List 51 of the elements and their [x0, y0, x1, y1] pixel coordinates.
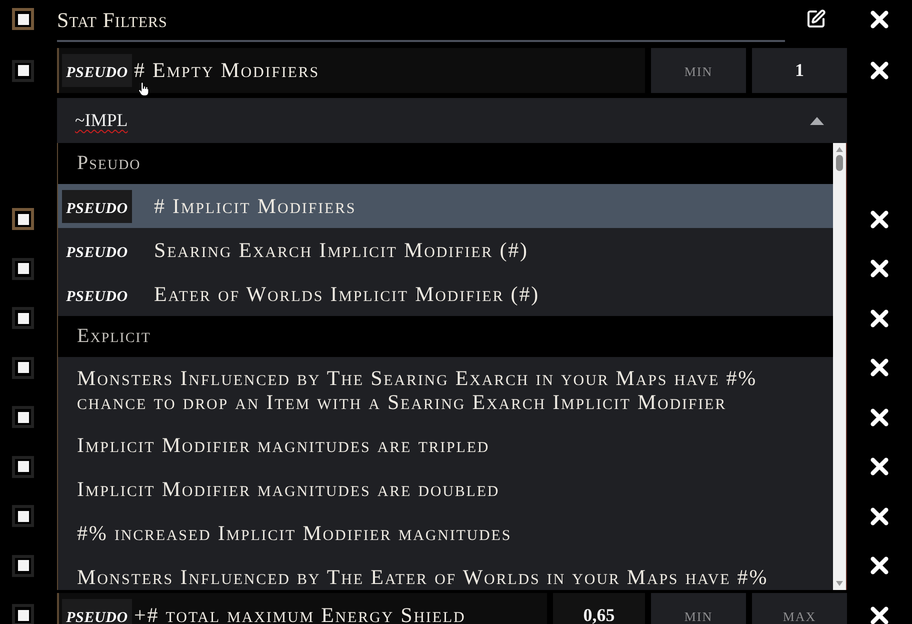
dropdown-option[interactable]: Implicit Modifier magnitudes are doubled: [58, 467, 833, 511]
stat-field[interactable]: pseudo +# total maximum Energy Shield: [57, 592, 547, 624]
checkbox[interactable]: [12, 8, 34, 30]
checkbox[interactable]: [12, 208, 34, 230]
close-icon[interactable]: [870, 408, 889, 427]
checkbox[interactable]: [12, 604, 34, 624]
checkbox[interactable]: [12, 554, 34, 577]
number-field[interactable]: min: [651, 48, 746, 94]
number-field[interactable]: max: [752, 592, 847, 624]
close-icon[interactable]: [870, 308, 889, 328]
value-field[interactable]: 1: [752, 48, 847, 94]
close-icon[interactable]: [870, 457, 889, 476]
dropdown-option[interactable]: #% increased Implicit Modifier magnitudes: [58, 511, 833, 555]
pseudo-tag: pseudo: [62, 234, 132, 266]
dropdown-option[interactable]: Monsters Influenced by The Eater of Worlds in your Maps have #%: [58, 555, 833, 590]
dropdown-option[interactable]: pseudo Searing Exarch Implicit Modifier (#): [58, 228, 833, 272]
weight-field[interactable]: 0,65: [553, 592, 645, 624]
dropdown-option[interactable]: pseudo # Implicit Modifiers: [58, 184, 833, 228]
close-icon[interactable]: [870, 210, 889, 229]
checkbox[interactable]: [12, 356, 34, 379]
search-field[interactable]: ~IMPL: [57, 98, 847, 143]
caret-up-icon[interactable]: [810, 116, 824, 124]
checkbox[interactable]: [12, 60, 34, 82]
scrollbar[interactable]: [833, 143, 846, 590]
stat-text: # Empty Modifiers: [134, 60, 320, 82]
checkbox[interactable]: [12, 505, 34, 528]
close-icon[interactable]: [870, 259, 889, 278]
close-icon[interactable]: [870, 358, 889, 378]
dropdown-option[interactable]: Monsters Influenced by The Searing Exarch in your Maps have #% chance to drop an Item with a Searing Exarch Implicit Modifier: [58, 357, 833, 423]
checkbox[interactable]: [12, 406, 34, 428]
checkbox[interactable]: [12, 456, 34, 478]
section-title: Stat Filters: [57, 8, 168, 32]
pseudo-tag: pseudo: [62, 278, 132, 310]
pseudo-tag: pseudo: [62, 190, 132, 222]
hand-cursor-icon: [138, 82, 149, 97]
dropdown-option[interactable]: pseudo Eater of Worlds Implicit Modifier (#): [58, 272, 833, 316]
edit-icon[interactable]: [806, 9, 826, 29]
close-icon[interactable]: [870, 61, 889, 80]
scroll-thumb[interactable]: [836, 155, 843, 171]
checkbox[interactable]: [12, 307, 34, 330]
close-icon[interactable]: [870, 556, 889, 576]
close-icon[interactable]: [870, 606, 889, 624]
checkbox[interactable]: [12, 258, 34, 280]
stat-field[interactable]: pseudo # Empty Modifiers: [57, 48, 645, 94]
stat-text: +# total maximum Energy Shield: [134, 604, 466, 624]
close-icon[interactable]: [870, 506, 889, 526]
pseudo-tag: pseudo: [62, 598, 132, 624]
dropdown-option[interactable]: Implicit Modifier magnitudes are tripled: [58, 423, 833, 467]
close-icon[interactable]: [870, 10, 889, 29]
pseudo-tag: pseudo: [62, 54, 132, 88]
number-field[interactable]: min: [651, 592, 746, 624]
